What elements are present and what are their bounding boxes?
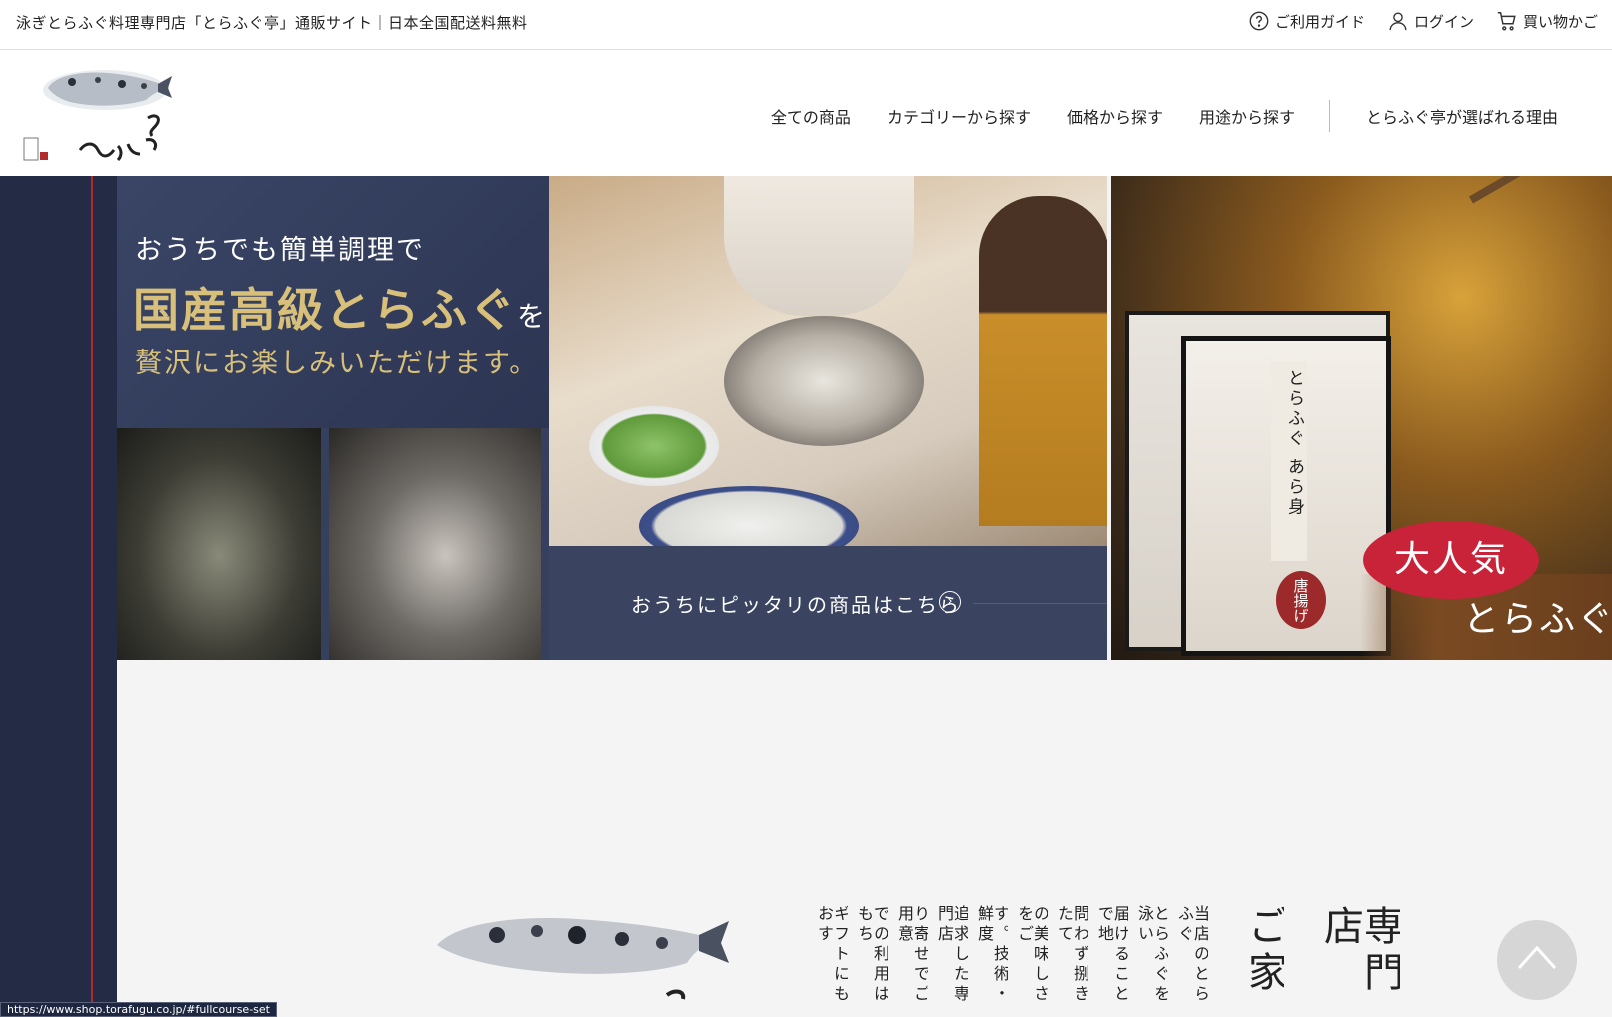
nav-why-choose-us[interactable]: とらふぐ亭が選ばれる理由 [1366,104,1558,128]
slide-karaage[interactable]: とらふぐ あら身 唐揚げ 大人気 とらふぐ [1111,176,1612,660]
login-link[interactable]: ログイン [1387,10,1474,32]
slide2-karaage-seal: 唐揚げ [1276,571,1326,629]
slide1-sashimi-plate [639,486,859,546]
slide2-chopsticks [1469,176,1612,204]
top-bar: 泳ぎとらふぐ料理専門店「とらふぐ亭」通販サイト｜日本全国配送料無料 ご利用ガイド… [0,0,1612,50]
intro-body-col-4: 問わず捌きたて [1056,905,1088,1005]
slide1-line2-main: 国産高級とらふぐ [133,283,517,337]
slide1-salad-plate [589,406,719,486]
slide2-box-label: とらふぐ あら身 [1271,361,1307,561]
question-circle-icon [1249,11,1269,31]
slide1-line1: おうちでも簡単調理で [135,235,425,266]
slide1-line3: 贅沢にお楽しみいただけます。 [135,348,539,379]
slide1-line2: 国産高級とらふぐを [133,274,547,340]
browser-status-url: https://www.shop.torafugu.co.jp/#fullcou… [0,1002,277,1017]
top-links: ご利用ガイド ログイン 買い物かご [1248,10,1598,32]
intro-heading-col-1: 専門店 [1320,905,1400,997]
cart-icon [1497,12,1516,31]
left-red-line [91,176,93,1017]
left-decor-column [0,176,117,1017]
guide-link-label: ご利用ガイド [1274,12,1365,31]
slide1-person-toasting [724,176,914,316]
slide1-cta-line [973,603,1107,604]
nav-by-price[interactable]: 価格から探す [1067,104,1163,128]
slide2-popular-badge: 大人気 [1363,521,1539,599]
intro-body-col-10: ギフトにもおす [816,905,848,1005]
slide1-cta-text[interactable]: おうちにピッタリの商品はこちら [631,589,961,618]
chevron-right-circle-icon[interactable]: › [939,591,961,613]
slide1-cta-bar[interactable]: おうちにピッタリの商品はこちら › [549,546,1107,660]
main-nav: 全ての商品 カテゴリーから探す 価格から探す 用途から探す とらふぐ亭が選ばれる… [735,100,1558,132]
site-header: 全ての商品 カテゴリーから探す 価格から探す 用途から探す とらふぐ亭が選ばれる… [0,50,1612,176]
nav-by-purpose[interactable]: 用途から探す [1199,104,1295,128]
chevron-up-icon [1517,945,1557,970]
torafugu-tei-logo[interactable] [20,60,175,170]
user-icon [1389,12,1407,31]
nav-all-products[interactable]: 全ての商品 [771,104,851,128]
intro-body-col-7: 追求した専門店 [936,905,968,1005]
slide1-photo-chopsticks [329,428,541,660]
intro-body-col-1: 当店のとらふぐ [1176,905,1208,1005]
site-tagline: 泳ぎとらふぐ料理専門店「とらふぐ亭」通販サイト｜日本全国配送料無料 [16,14,528,32]
intro-body-col-2: とらふぐを泳い [1136,905,1168,1005]
cart-link[interactable]: 買い物かご [1496,10,1598,32]
back-to-top-button[interactable] [1497,920,1577,1000]
slide2-bottom-text: とらふぐ [1463,599,1612,640]
intro-body-col-6: す。技術・鮮度 [976,905,1008,1005]
cart-link-label: 買い物かご [1522,12,1598,31]
intro-body-col-5: の美味しさをご [1016,905,1048,1005]
slide1-line2-suffix: を [517,300,548,333]
fugu-ink-illustration [437,918,729,1000]
slide1-person-eating [979,196,1107,526]
intro-heading-col-2: ご家 [1244,905,1284,997]
nav-divider [1328,100,1330,132]
login-link-label: ログイン [1413,12,1474,31]
slide1-photo-family-table [549,176,1107,546]
intro-body-col-3: 届けることで地 [1096,905,1128,1005]
intro-body-col-9: での利用はもち [856,905,888,1005]
guide-link[interactable]: ご利用ガイド [1248,10,1365,32]
slide1-hotpot [724,316,924,446]
slide1-text-panel: おうちでも簡単調理で 国産高級とらふぐを 贅沢にお楽しみいただけます。 [117,176,549,428]
hero-slider[interactable]: おうちでも簡単調理で 国産高級とらふぐを 贅沢にお楽しみいただけます。 おうちに… [117,176,1612,660]
slide-home-cooking[interactable]: おうちでも簡単調理で 国産高級とらふぐを 贅沢にお楽しみいただけます。 おうちに… [117,176,1107,660]
nav-by-category[interactable]: カテゴリーから探す [887,104,1031,128]
slide1-photo-hotpot-fish [117,428,321,660]
intro-body-col-8: り寄せでご用意 [896,905,928,1005]
